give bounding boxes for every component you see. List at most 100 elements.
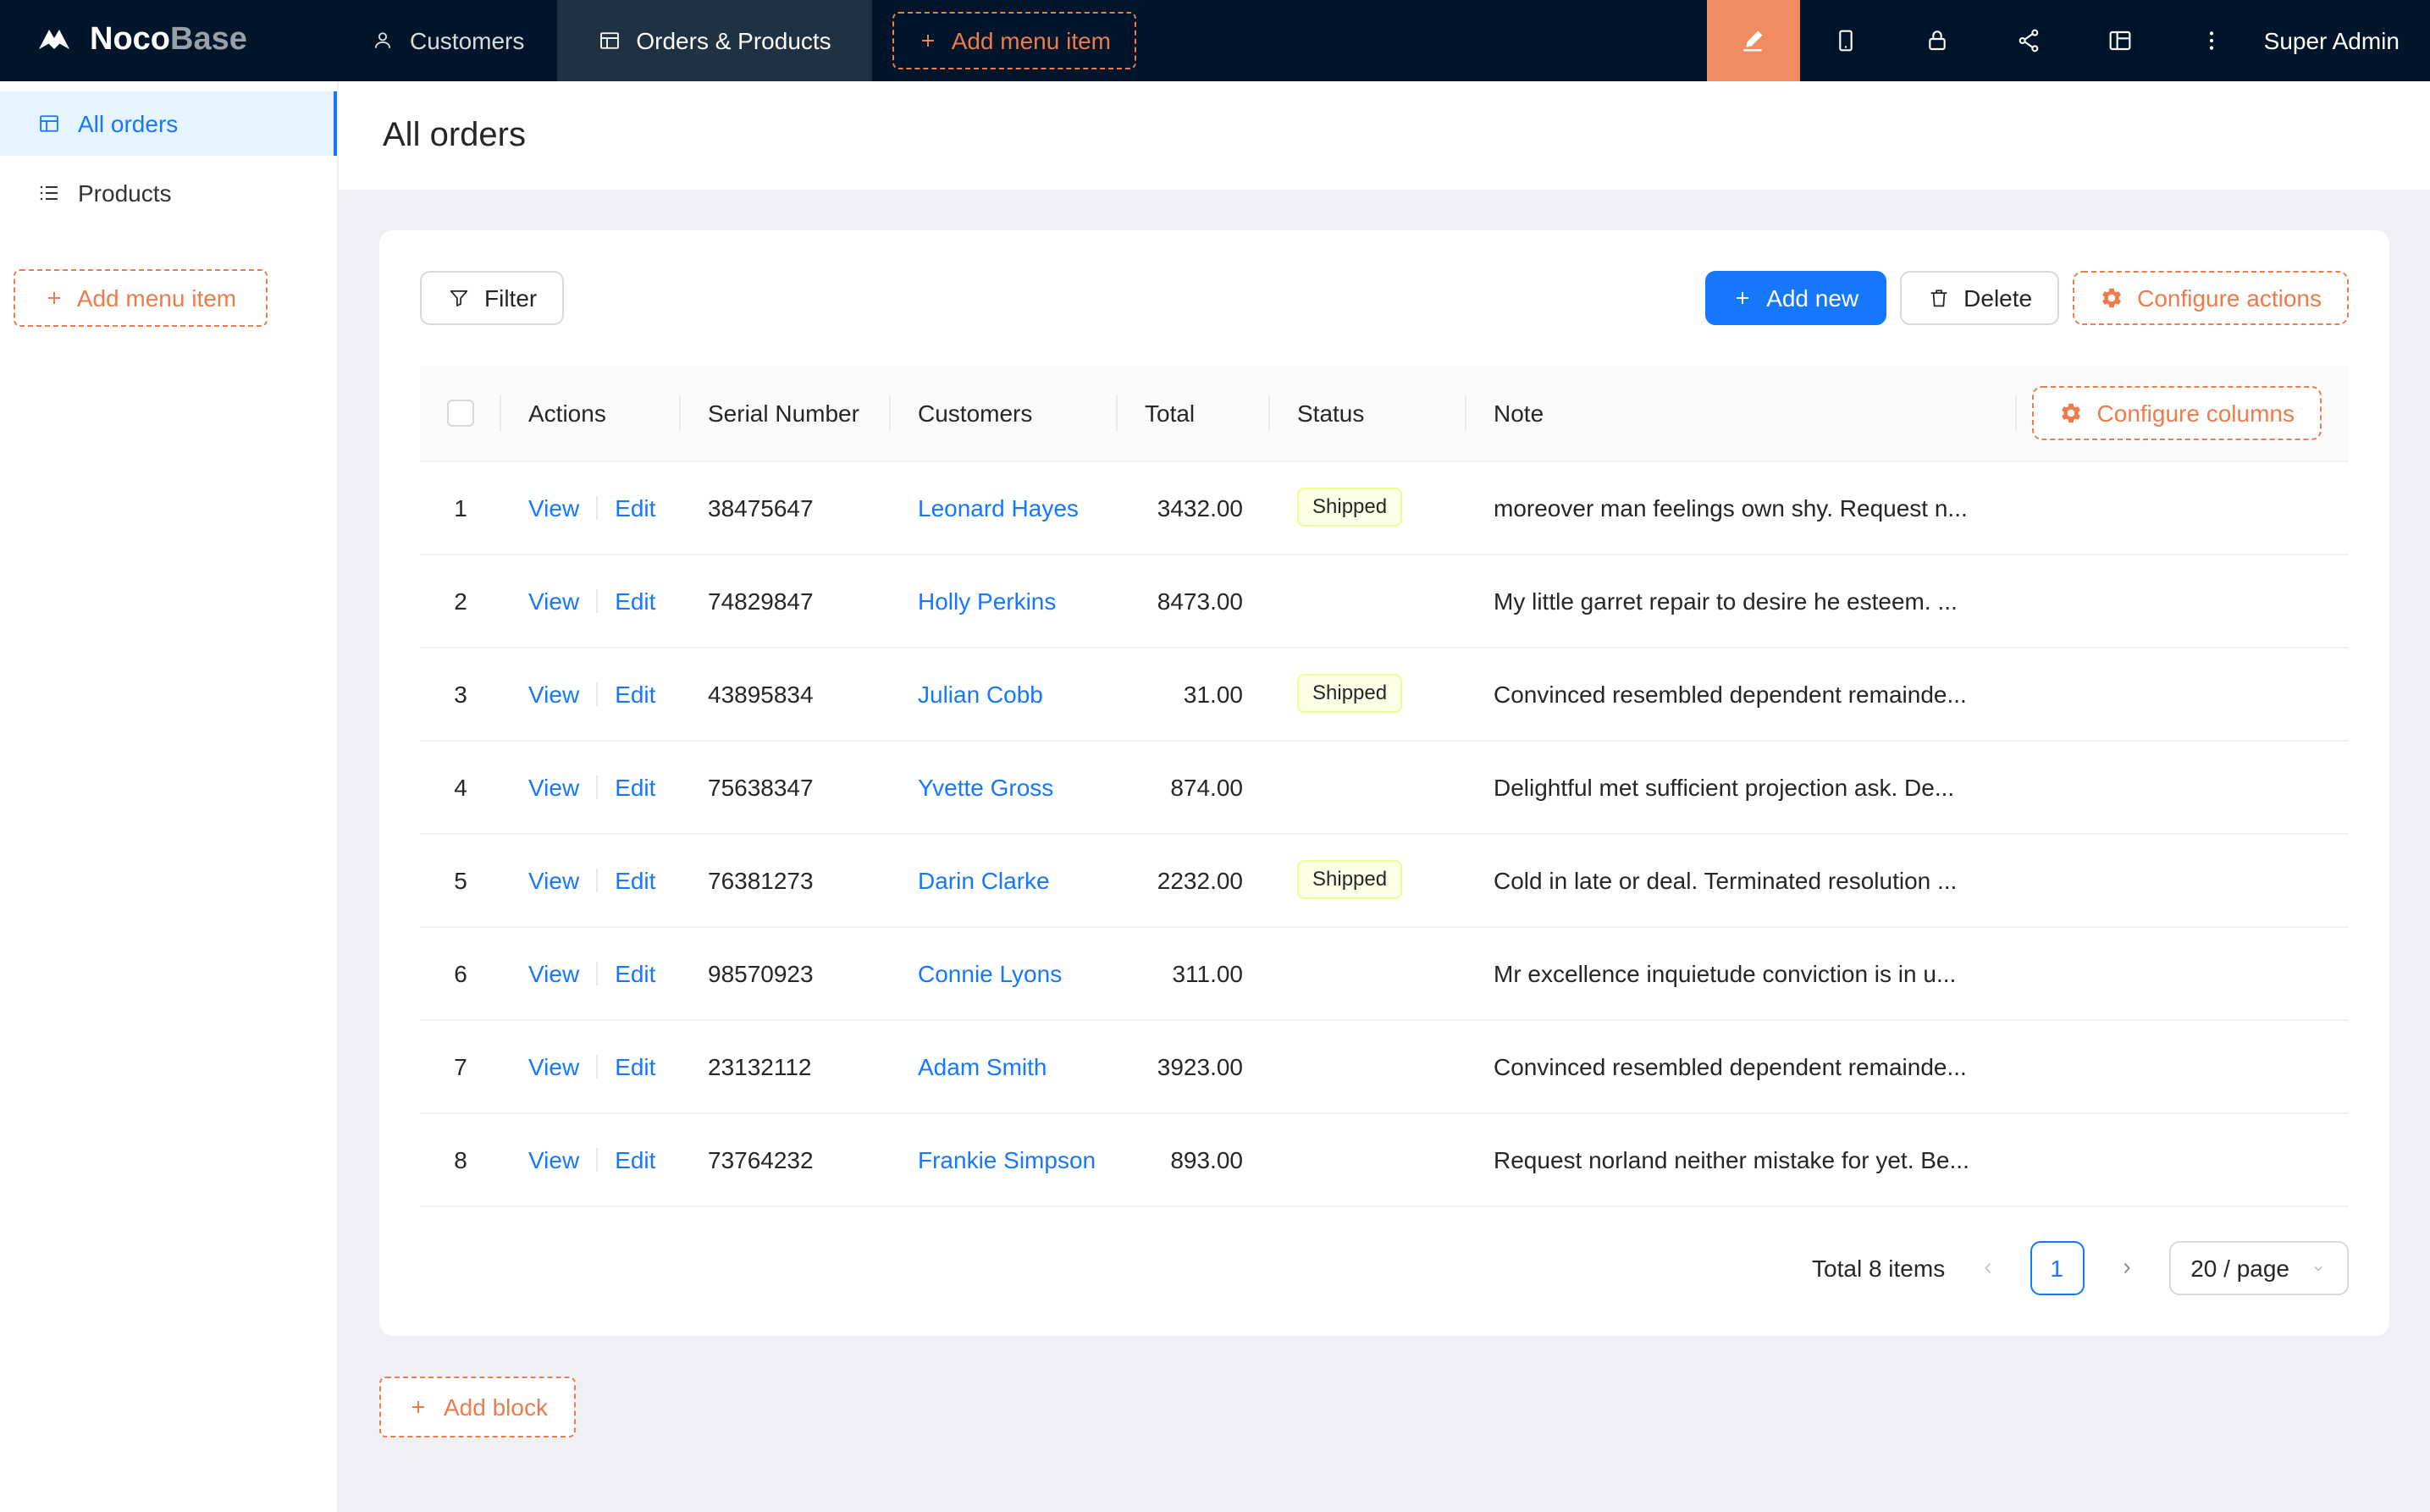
view-link[interactable]: View [528,773,579,800]
customer-link[interactable]: Frankie Simpson [918,1145,1096,1173]
collection-manager-button[interactable] [2074,0,2166,81]
edit-link[interactable]: Edit [615,494,655,521]
configure-actions-button[interactable]: Configure actions [2073,271,2349,325]
select-all-checkbox[interactable] [447,400,474,428]
app-body: All orders Products Add menu item All or… [0,81,2430,1512]
top-nav: Customers Orders & Products Add menu ite… [339,0,1136,81]
sidebar-item-products[interactable]: Products [0,161,337,225]
app-root: NocoBase Customers Orders & Products Add… [0,0,2430,1512]
table-header-row: Actions Serial Number Customers Total St… [420,366,2349,461]
column-header-status: Status [1270,366,1466,461]
actions-divider [596,588,598,612]
sidebar-add-menu-item-button[interactable]: Add menu item [14,269,268,327]
serial-number-cell: 43895834 [681,647,891,740]
view-link[interactable]: View [528,959,579,986]
current-user[interactable]: Super Admin [2264,27,2400,54]
ui-editor-toggle-button[interactable] [1707,0,1800,81]
all-orders-icon [37,112,61,135]
sidebar-item-all-orders[interactable]: All orders [0,91,337,156]
spacer-cell [2017,740,2349,833]
header-add-menu-item-label: Add menu item [952,27,1111,54]
total-cell: 3432.00 [1118,461,1270,554]
delete-button[interactable]: Delete [1899,271,2059,325]
lock-icon [1924,27,1951,54]
sidebar-item-label: Products [78,179,172,207]
trash-icon [1926,286,1950,310]
status-badge: Shipped [1297,488,1402,527]
layout-icon [2107,27,2134,54]
pagination-prev-button[interactable] [1960,1240,2014,1294]
page-title-bar: All orders [339,81,2430,190]
page-size-value: 20 / page [2190,1254,2289,1281]
delete-label: Delete [1963,284,2032,312]
actions-divider [596,1147,598,1171]
view-link[interactable]: View [528,1145,579,1173]
spacer-cell [2017,926,2349,1019]
edit-link[interactable]: Edit [615,587,655,614]
customer-link[interactable]: Yvette Gross [918,773,1053,800]
customer-link[interactable]: Connie Lyons [918,959,1062,986]
customer-link[interactable]: Leonard Hayes [918,494,1079,521]
main-area: All orders Filter Add new [339,81,2430,1512]
note-cell: moreover man feelings own shy. Request n… [1466,461,2017,554]
edit-link[interactable]: Edit [615,866,655,893]
filter-button[interactable]: Filter [420,271,564,325]
note-cell: Convinced resembled dependent remainde..… [1466,647,2017,740]
edit-link[interactable]: Edit [615,1145,655,1173]
header-add-menu-item-button[interactable]: Add menu item [892,12,1136,69]
row-index: 2 [420,554,501,647]
actions-divider [596,1054,598,1078]
page-size-select[interactable]: 20 / page [2168,1240,2349,1294]
spacer-cell [2017,1019,2349,1112]
row-index: 6 [420,926,501,1019]
plugin-settings-button[interactable] [1892,0,1983,81]
spacer-cell [2017,1112,2349,1206]
add-new-button[interactable]: Add new [1705,271,1886,325]
customer-link[interactable]: Julian Cobb [918,680,1043,707]
note-cell: Convinced resembled dependent remainde..… [1466,1019,2017,1112]
total-cell: 8473.00 [1118,554,1270,647]
gear-icon [2100,286,2123,310]
view-link[interactable]: View [528,1052,579,1079]
add-block-label: Add block [444,1393,548,1420]
nav-item-customers[interactable]: Customers [339,0,556,81]
pagination-page-1[interactable]: 1 [2030,1240,2084,1294]
header-right: Super Admin [1707,0,2430,81]
toolbar-right: Add new Delete Configure actions [1705,271,2349,325]
view-link[interactable]: View [528,587,579,614]
edit-link[interactable]: Edit [615,1052,655,1079]
app-header: NocoBase Customers Orders & Products Add… [0,0,2430,81]
more-options-button[interactable] [2166,0,2257,81]
orders-products-icon [597,29,621,52]
view-link[interactable]: View [528,680,579,707]
add-block-button[interactable]: Add block [379,1376,577,1437]
chevron-down-icon [2310,1259,2327,1276]
spacer-cell [2017,833,2349,926]
plus-icon [918,30,938,51]
column-header-note: Note [1466,366,2017,461]
edit-link[interactable]: Edit [615,773,655,800]
customer-link[interactable]: Adam Smith [918,1052,1047,1079]
actions-divider [596,495,598,519]
page-title: All orders [383,116,526,155]
view-link[interactable]: View [528,866,579,893]
tablet-icon [1832,27,1859,54]
view-link[interactable]: View [528,494,579,521]
mobile-client-button[interactable] [1800,0,1892,81]
customer-link[interactable]: Holly Perkins [918,587,1056,614]
edit-link[interactable]: Edit [615,959,655,986]
edit-link[interactable]: Edit [615,680,655,707]
api-doc-button[interactable] [1983,0,2074,81]
customer-link[interactable]: Darin Clarke [918,866,1050,893]
row-index: 8 [420,1112,501,1206]
nav-item-label: Orders & Products [636,27,831,54]
configure-columns-button[interactable]: Configure columns [2033,386,2322,440]
nav-item-orders-products[interactable]: Orders & Products [556,0,871,81]
actions-divider [596,682,598,705]
orders-table: Actions Serial Number Customers Total St… [420,366,2349,1206]
configure-actions-label: Configure actions [2137,284,2322,312]
table-row: 5 ViewEdit 76381273 Darin Clarke 2232.00… [420,833,2349,926]
table-row: 3 ViewEdit 43895834 Julian Cobb 31.00 Sh… [420,647,2349,740]
nocobase-logo[interactable]: NocoBase [0,20,339,61]
pagination-next-button[interactable] [2099,1240,2153,1294]
